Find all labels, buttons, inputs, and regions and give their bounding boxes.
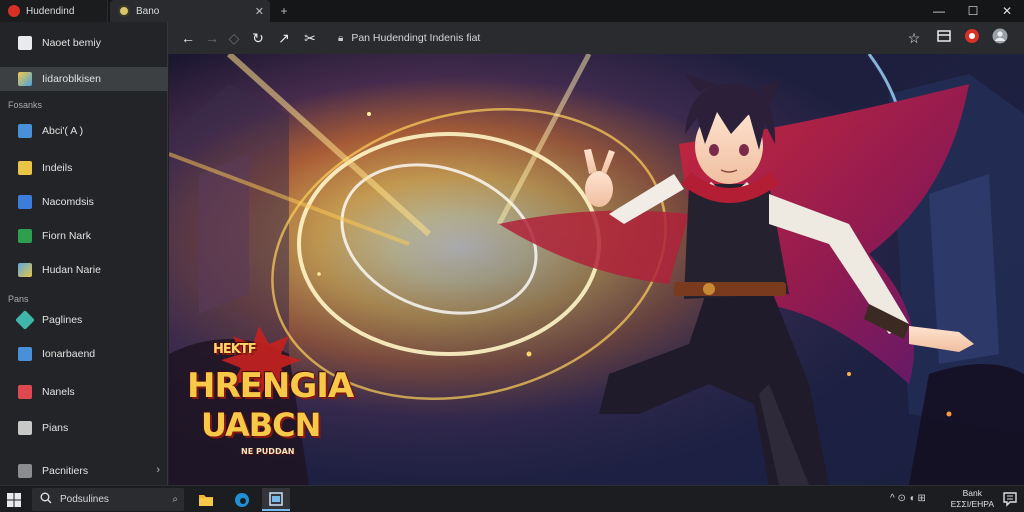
notification-icon[interactable]: [1002, 491, 1018, 507]
picture-icon: [18, 263, 32, 277]
windows-start-icon[interactable]: [6, 492, 22, 508]
sidebar-item-fav-5[interactable]: Hudan Narie: [0, 258, 168, 282]
compass-icon: [15, 310, 35, 330]
folder-icon: [18, 72, 32, 86]
address-bar[interactable]: 🔒︎: [328, 26, 888, 50]
game-logo-top: HEKTF: [213, 342, 257, 357]
sidebar-item-pans-3[interactable]: Nanels: [0, 380, 168, 404]
file-icon: [18, 421, 32, 435]
sidebar-item-pans-2[interactable]: Ionarbaend: [0, 342, 168, 366]
red-circle-icon: [8, 5, 20, 17]
bookmark-star-button[interactable]: ☆: [904, 28, 924, 48]
sidebar-item-fav-1[interactable]: Abci'( A ): [0, 119, 168, 143]
sidebar-item-selected[interactable]: Iidaroblkisen: [0, 67, 168, 91]
download-icon: [18, 195, 32, 209]
forward-button[interactable]: →: [202, 28, 222, 48]
sidebar-item-new[interactable]: Naoet bemiy: [0, 31, 168, 55]
folder-icon: [18, 161, 32, 175]
sidebar-item-fav-4[interactable]: Fiorn Nark: [0, 224, 168, 248]
web-content[interactable]: HEKTF HRENGIA UABCN NE PUDDAN: [169, 54, 1024, 485]
chevron-right-icon[interactable]: ›: [156, 464, 160, 476]
taskbar-active-window[interactable]: [262, 488, 290, 511]
new-tab-button[interactable]: +: [276, 3, 292, 19]
sidebar-section-pans: Pans: [8, 294, 29, 304]
sidebar-item-label: Pians: [42, 422, 69, 434]
sidebar-item-label: Naoet bemiy: [42, 37, 101, 49]
lock-icon: 🔒︎: [338, 32, 344, 44]
system-tray-icons[interactable]: ^ ⊙ ◖ ⊞: [890, 493, 926, 504]
edge-icon: [235, 492, 249, 507]
back-button[interactable]: ←: [178, 28, 198, 48]
browser-toolbar: ← → ◇ ↻ ↗ ✂ 🔒︎ ☆: [168, 22, 1024, 54]
game-controller-icon: [118, 5, 130, 17]
url-input[interactable]: [351, 32, 832, 44]
sidebar: Naoet bemiy Iidaroblkisen Fosanks Abci'(…: [0, 22, 168, 485]
bookmark-icon: [18, 229, 32, 243]
sidebar-item-pans-1[interactable]: Paglines: [0, 308, 168, 332]
document-icon: [18, 36, 32, 50]
taskbar: Podsulines ⌕ ^ ⊙ ◖ ⊞ Bank ΕΣΣΙ/ΕΗΡΑ: [0, 485, 1024, 512]
sidebar-item-label: Ionarbaend: [42, 348, 96, 360]
taskbar-file-explorer[interactable]: [192, 488, 220, 511]
tools-button[interactable]: ✂: [300, 28, 320, 48]
sidebar-section-favorites: Fosanks: [8, 100, 43, 110]
calendar-icon: [18, 347, 32, 361]
tab-strip: Hudendind Bano ✕ + — ☐ ✕: [0, 0, 1024, 22]
profile-badge-icon[interactable]: [962, 28, 982, 48]
image-icon: [18, 124, 32, 138]
maximize-button[interactable]: ☐: [956, 0, 990, 22]
folder-icon: [199, 494, 213, 506]
sidebar-footer-item[interactable]: Pacnitiers ›: [0, 459, 168, 483]
clock[interactable]: Bank ΕΣΣΙ/ΕΗΡΑ: [951, 488, 994, 510]
sidebar-item-label: Fiorn Nark: [42, 230, 92, 242]
tab-label: Bano: [136, 5, 160, 17]
tab-label: Hudendind: [26, 5, 75, 17]
tab-hudendind[interactable]: Hudendind: [0, 0, 108, 22]
taskbar-edge-browser[interactable]: [228, 488, 256, 511]
tab-bano[interactable]: Bano ✕: [110, 0, 270, 22]
avatar[interactable]: [990, 28, 1010, 48]
sidebar-footer-label: Pacnitiers: [42, 465, 89, 477]
share-button[interactable]: ↗: [274, 28, 294, 48]
window-icon: [269, 491, 283, 506]
clock-date: ΕΣΣΙ/ΕΗΡΑ: [950, 499, 994, 509]
clock-time: Bank: [962, 488, 982, 498]
sidebar-item-label: Iidaroblkisen: [42, 73, 101, 85]
game-logo-line1: HRENGIA: [187, 366, 354, 406]
extensions-icon[interactable]: [934, 28, 954, 48]
taskbar-search-box[interactable]: Podsulines ⌕: [32, 488, 184, 511]
search-label: Podsulines: [60, 494, 109, 505]
close-window-button[interactable]: ✕: [990, 0, 1024, 22]
sidebar-item-label: Hudan Narie: [42, 264, 101, 276]
sidebar-item-label: Paglines: [42, 314, 83, 326]
sidebar-item-pans-4[interactable]: Pians: [0, 416, 168, 440]
search-icon: [40, 492, 52, 507]
sidebar-item-label: Nanels: [42, 386, 75, 398]
sidebar-item-label: Abci'( A ): [42, 125, 84, 137]
sidebar-item-label: Indeils: [42, 162, 73, 174]
game-logo-line2: UABCN: [201, 406, 321, 444]
minimize-button[interactable]: —: [922, 0, 956, 22]
close-tab-icon[interactable]: ✕: [255, 5, 264, 18]
home-button[interactable]: ◇: [224, 28, 244, 48]
game-logo-subtitle: NE PUDDAN: [241, 447, 295, 456]
video-icon: [18, 385, 32, 399]
camera-icon: ⌕: [172, 494, 178, 505]
reload-button[interactable]: ↻: [248, 28, 268, 48]
sidebar-item-fav-2[interactable]: Indeils: [0, 156, 168, 180]
sidebar-item-fav-3[interactable]: Nacomdsis: [0, 190, 168, 214]
settings-icon: [18, 464, 32, 478]
sidebar-item-label: Nacomdsis: [42, 196, 94, 208]
